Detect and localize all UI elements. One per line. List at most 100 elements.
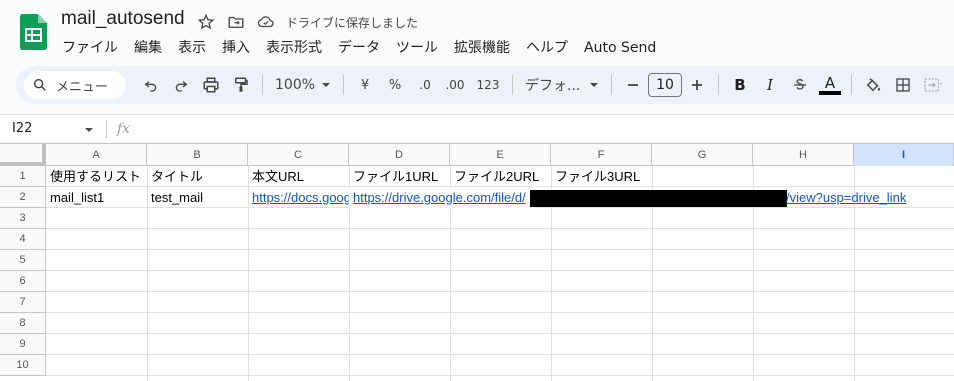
print-icon[interactable]: [196, 73, 226, 97]
gridline: [46, 228, 954, 229]
save-status: ドライブに保存しました: [286, 15, 419, 30]
formula-divider: [106, 119, 107, 138]
menu-format[interactable]: 表示形式: [258, 38, 330, 58]
dropdown-arrow-icon: [85, 128, 93, 132]
cell-d2-link[interactable]: https://drive.google.com/file/d/: [349, 187, 534, 208]
row-header-3[interactable]: 3: [0, 208, 46, 229]
gridline: [46, 249, 954, 250]
column-header-e[interactable]: E: [450, 144, 551, 166]
column-header-h[interactable]: H: [753, 144, 854, 166]
cell-d1[interactable]: ファイル1URL: [349, 166, 450, 187]
formula-bar: I22 fx: [0, 114, 954, 142]
document-title[interactable]: mail_autosend: [61, 8, 185, 30]
row-header-7[interactable]: 7: [0, 292, 46, 313]
cell-c1[interactable]: 本文URL: [248, 166, 349, 187]
menu-auto-send[interactable]: Auto Send: [576, 38, 664, 58]
strikethrough-icon[interactable]: [785, 73, 815, 97]
cell-a2[interactable]: mail_list1: [46, 187, 147, 208]
toolbar-divider: [611, 75, 612, 95]
gridline: [46, 270, 954, 271]
cell-c2-link[interactable]: https://docs.goog: [248, 187, 349, 208]
toolbar-divider: [512, 75, 513, 95]
column-header-g[interactable]: G: [652, 144, 753, 166]
spreadsheet-grid[interactable]: A B C D E F G H I 1 2 3 4 5 6 7 8 9 10 使…: [0, 143, 954, 381]
zoom-select[interactable]: 100%: [269, 73, 337, 97]
sheets-logo-icon[interactable]: [20, 14, 47, 50]
column-header-b[interactable]: B: [147, 144, 248, 166]
italic-button[interactable]: I: [755, 73, 785, 97]
dropdown-arrow-icon: [322, 83, 330, 87]
currency-format-button[interactable]: ¥: [350, 73, 380, 97]
zoom-value: 100%: [275, 77, 316, 93]
bold-button[interactable]: B: [725, 73, 755, 97]
menu-bar: ファイル 編集 表示 挿入 表示形式 データ ツール 拡張機能 ヘルプ Auto…: [54, 38, 664, 58]
text-color-label: A: [824, 74, 836, 92]
toolbar-divider: [718, 75, 719, 95]
menu-search-label: メニュー: [56, 79, 109, 95]
column-headers: A B C D E F G H I: [0, 144, 954, 166]
decrease-font-size-icon[interactable]: [618, 73, 648, 97]
cell-e1[interactable]: ファイル2URL: [450, 166, 551, 187]
row-header-9[interactable]: 9: [0, 334, 46, 355]
text-color-button[interactable]: A: [815, 73, 845, 97]
row-header-6[interactable]: 6: [0, 271, 46, 292]
undo-icon[interactable]: [136, 73, 166, 97]
menu-edit[interactable]: 編集: [126, 38, 170, 58]
cell-b1[interactable]: タイトル: [147, 166, 248, 187]
column-header-c[interactable]: C: [248, 144, 349, 166]
cell-f1[interactable]: ファイル3URL: [551, 166, 652, 187]
menu-help[interactable]: ヘルプ: [518, 38, 576, 58]
fill-color-icon[interactable]: [858, 73, 888, 97]
increase-font-size-icon[interactable]: [682, 73, 712, 97]
percent-format-button[interactable]: %: [380, 73, 410, 97]
toolbar-divider: [343, 75, 344, 95]
row-header-8[interactable]: 8: [0, 313, 46, 334]
cloud-saved-icon[interactable]: [256, 12, 276, 32]
decrease-decimal-button[interactable]: .0: [410, 73, 440, 97]
row-header-5[interactable]: 5: [0, 250, 46, 271]
redaction-bar: [530, 190, 787, 207]
number-format-button[interactable]: 123: [470, 73, 506, 97]
menu-insert[interactable]: 挿入: [214, 38, 258, 58]
increase-decimal-label: .00: [445, 78, 465, 92]
toolbar-divider: [262, 75, 263, 95]
paint-format-icon[interactable]: [226, 73, 256, 97]
cell-b2[interactable]: test_mail: [147, 187, 248, 208]
fx-icon: fx: [117, 120, 131, 137]
row-header-10[interactable]: 10: [0, 355, 46, 376]
toolbar: メニュー 100% ¥ % .0 .00 123 デフォ... 10 B I A: [16, 66, 954, 104]
menu-extensions[interactable]: 拡張機能: [446, 38, 518, 58]
select-all-corner[interactable]: [0, 144, 46, 166]
column-header-a[interactable]: A: [46, 144, 147, 166]
gridline: [46, 333, 954, 334]
borders-icon[interactable]: [888, 73, 918, 97]
redo-icon[interactable]: [166, 73, 196, 97]
menu-tools[interactable]: ツール: [388, 38, 446, 58]
row-header-2[interactable]: 2: [0, 187, 46, 208]
font-value: デフォ...: [525, 78, 581, 94]
menu-file[interactable]: ファイル: [54, 38, 126, 58]
font-select[interactable]: デフォ...: [519, 73, 605, 97]
name-box[interactable]: I22: [0, 121, 100, 136]
toolbar-divider: [851, 75, 852, 95]
gridline: [46, 291, 954, 292]
menu-data[interactable]: データ: [330, 38, 388, 58]
gridline: [46, 375, 954, 376]
column-header-i[interactable]: I: [854, 144, 954, 166]
decrease-decimal-label: .0: [419, 78, 431, 92]
search-icon: [33, 78, 46, 91]
merge-cells-icon[interactable]: [918, 73, 948, 97]
cell-d2-link-tail[interactable]: /view?usp=drive_link: [786, 187, 906, 208]
row-header-1[interactable]: 1: [0, 166, 46, 187]
increase-decimal-button[interactable]: .00: [440, 73, 470, 97]
move-folder-icon[interactable]: [226, 12, 246, 32]
cell-a1[interactable]: 使用するリスト: [46, 166, 147, 187]
gridline: [46, 312, 954, 313]
menu-search-button[interactable]: メニュー: [24, 71, 126, 99]
column-header-d[interactable]: D: [349, 144, 450, 166]
font-size-input[interactable]: 10: [648, 73, 682, 97]
menu-view[interactable]: 表示: [170, 38, 214, 58]
star-icon[interactable]: [196, 12, 216, 32]
column-header-f[interactable]: F: [551, 144, 652, 166]
row-header-4[interactable]: 4: [0, 229, 46, 250]
